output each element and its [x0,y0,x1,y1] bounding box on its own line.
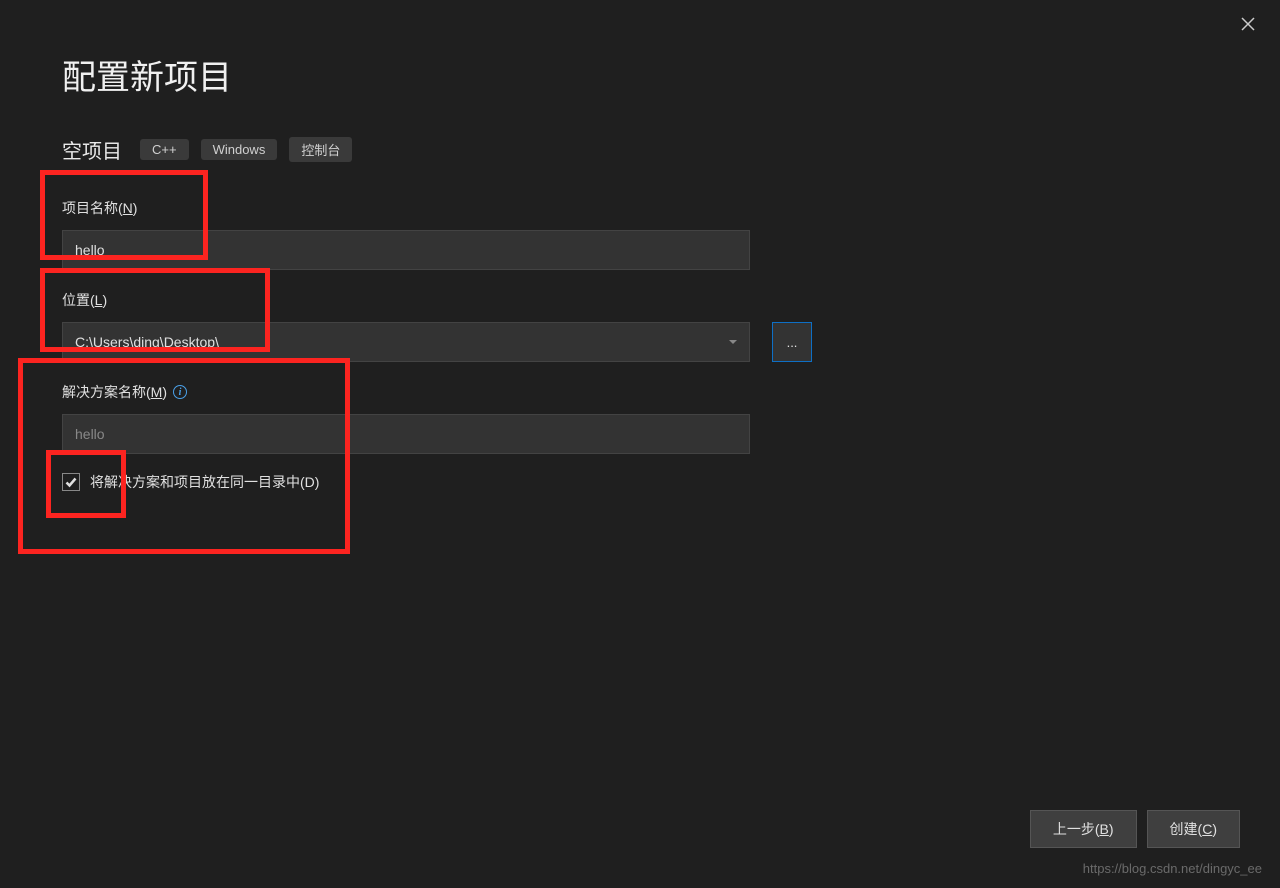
create-button[interactable]: 创建(C) [1147,810,1240,848]
tag-cpp: C++ [140,139,189,160]
location-group: 位置(L) C:\Users\ding\Desktop\ ... [62,290,1218,362]
back-button[interactable]: 上一步(B) [1030,810,1137,848]
location-value: C:\Users\ding\Desktop\ [75,334,219,350]
tag-windows: Windows [201,139,278,160]
label-text: 位置( [62,292,95,308]
solution-name-group: 解决方案名称(M) i 将解决方案和项目放在同一目录中(D) [62,382,1218,492]
project-name-input[interactable] [62,230,750,270]
label-key: D [305,474,315,490]
label-key: N [123,200,133,216]
browse-button[interactable]: ... [772,322,812,362]
same-directory-row: 将解决方案和项目放在同一目录中(D) [62,472,1218,492]
label-key: M [151,384,163,400]
project-type-label: 空项目 [62,135,122,164]
label-text: ) [162,384,167,400]
label-text: 项目名称( [62,200,123,216]
dialog-container: 配置新项目 空项目 C++ Windows 控制台 项目名称(N) 位置(L) … [0,0,1280,492]
label-text: ) [133,200,138,216]
label-text: 解决方案名称( [62,384,151,400]
label-text: ) [1212,821,1217,837]
info-icon[interactable]: i [173,385,187,399]
solution-name-label: 解决方案名称(M) i [62,382,1218,402]
label-text: 将解决方案和项目放在同一目录中( [90,474,305,490]
label-text: 创建( [1170,819,1203,839]
footer-buttons: 上一步(B) 创建(C) [1030,810,1240,848]
location-row: C:\Users\ding\Desktop\ ... [62,322,1218,362]
label-text: 上一步( [1053,819,1100,839]
label-key: B [1100,821,1109,837]
label-text: ) [315,474,320,490]
location-select[interactable]: C:\Users\ding\Desktop\ [62,322,750,362]
project-type-row: 空项目 C++ Windows 控制台 [62,135,1218,164]
page-title: 配置新项目 [62,50,1218,99]
project-name-label: 项目名称(N) [62,198,1218,218]
label-key: C [1202,821,1212,837]
same-directory-checkbox[interactable] [62,473,80,491]
same-directory-label: 将解决方案和项目放在同一目录中(D) [90,472,319,492]
project-name-group: 项目名称(N) [62,198,1218,270]
tag-console: 控制台 [289,137,352,162]
location-label: 位置(L) [62,290,1218,310]
label-text: ) [1109,821,1114,837]
solution-name-input[interactable] [62,414,750,454]
watermark: https://blog.csdn.net/dingyc_ee [1083,861,1262,876]
label-text: ) [102,292,107,308]
chevron-down-icon [729,340,737,344]
close-button[interactable] [1236,12,1260,36]
